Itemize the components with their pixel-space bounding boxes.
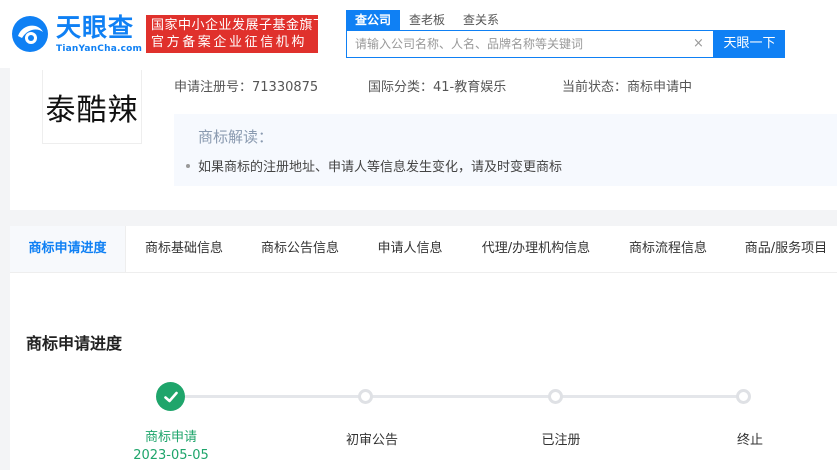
tab-applicant[interactable]: 申请人信息 [370, 226, 450, 272]
official-badge: 国家中小企业发展子基金旗下 官方备案企业征信机构 [146, 15, 327, 53]
badge-line-1: 国家中小企业发展子基金旗下 [151, 18, 327, 33]
search-tab-relation[interactable]: 查关系 [454, 10, 508, 30]
step-date-application: 2023-05-05 [133, 448, 209, 463]
top-header: 天眼查 TianYanCha.com 国家中小企业发展子基金旗下 官方备案企业征… [0, 0, 837, 68]
detail-tabs: 商标申请进度 商标基础信息 商标公告信息 申请人信息 代理/办理机构信息 商标流… [10, 226, 837, 273]
step-label-terminated: 终止 [736, 433, 764, 448]
registration-number: 申请注册号：71330875 [174, 80, 319, 95]
check-icon [156, 382, 185, 411]
tab-goods-services[interactable]: 商品/服务项目 [738, 226, 834, 272]
search-box: × [346, 30, 714, 58]
tab-basic-info[interactable]: 商标基础信息 [136, 226, 232, 272]
international-class: 国际分类：41-教育娱乐 [368, 80, 507, 95]
step-label-registered: 已注册 [541, 433, 581, 448]
trademark-name: 泰酷辣 [45, 92, 139, 128]
trademark-detail-card: 商标申请进度 商标基础信息 商标公告信息 申请人信息 代理/办理机构信息 商标流… [10, 226, 837, 470]
search-tab-boss[interactable]: 查老板 [400, 10, 454, 30]
logo-subtext: TianYanCha.com [56, 44, 143, 54]
step-node-preliminary [358, 389, 373, 404]
section-title: 商标申请进度 [26, 334, 123, 353]
checkmark-glyph [163, 391, 178, 402]
interpretation-item: 如果商标的注册地址、申请人等信息发生变化，请及时变更商标 [186, 156, 562, 175]
trademark-info-card: 泰酷辣 申请注册号：71330875 国际分类：41-教育娱乐 当前状态：商标申… [10, 68, 837, 210]
progress-steps: 商标申请 2023-05-05 初审公告 已注册 终止 [10, 376, 837, 470]
step-node-terminated [736, 389, 751, 404]
trademark-interpretation: 商标解读： 如果商标的注册地址、申请人等信息发生变化，请及时变更商标 [174, 114, 837, 186]
progress-track [184, 395, 750, 398]
tab-application-progress[interactable]: 商标申请进度 [10, 226, 126, 272]
clear-icon[interactable]: × [692, 37, 705, 50]
badge-line-2: 官方备案企业征信机构 [151, 35, 308, 50]
logo-text: 天眼查 [56, 13, 135, 42]
interpretation-title: 商标解读： [198, 128, 274, 146]
search-input[interactable] [347, 31, 687, 57]
tab-process[interactable]: 商标流程信息 [620, 226, 716, 272]
step-node-registered [548, 389, 563, 404]
search-tab-company[interactable]: 查公司 [346, 10, 401, 30]
trademark-image: 泰酷辣 [42, 70, 142, 144]
tianyancha-logo-icon [12, 16, 48, 52]
step-label-preliminary: 初审公告 [345, 433, 399, 448]
interpretation-text: 如果商标的注册地址、申请人等信息发生变化，请及时变更商标 [198, 160, 563, 175]
site-logo[interactable]: 天眼查 TianYanCha.com [10, 12, 142, 54]
bullet-icon [186, 163, 190, 168]
search-type-tabs: 查公司 查老板 查关系 [346, 10, 508, 30]
search-button[interactable]: 天眼一下 [714, 30, 785, 58]
tab-announcement[interactable]: 商标公告信息 [252, 226, 348, 272]
current-status: 当前状态：商标申请中 [562, 80, 693, 95]
step-label-application: 商标申请 [144, 430, 198, 445]
tab-agency[interactable]: 代理/办理机构信息 [474, 226, 598, 272]
